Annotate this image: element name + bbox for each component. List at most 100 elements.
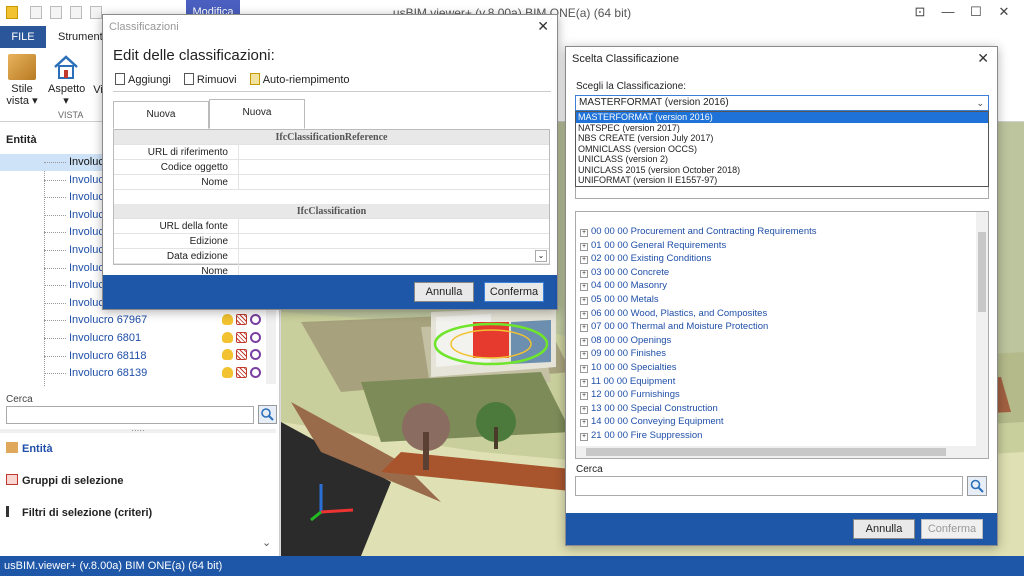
tree-item[interactable]: +05 00 00 Metals — [580, 294, 659, 308]
tab-strumenti[interactable]: Strumenti — [58, 31, 105, 43]
collapse-chevron-icon[interactable]: ⌄ — [262, 536, 271, 549]
property-value[interactable]: ⌄ — [238, 249, 549, 263]
stile-vista-button[interactable]: Stile vista ▾ — [6, 54, 38, 107]
target-icon[interactable] — [250, 349, 261, 361]
dropdown-option[interactable]: UNICLASS 2015 (version October 2018) — [576, 165, 988, 176]
property-value[interactable] — [238, 145, 549, 159]
tab-classification-2[interactable]: Nuova Classificazione — [209, 99, 305, 144]
dropdown-arrow-icon[interactable]: ⌄ — [535, 250, 547, 262]
search-input[interactable] — [6, 406, 254, 424]
tab-classification-1[interactable]: Nuova Classificazione — [113, 101, 209, 146]
tree-item[interactable]: +10 00 00 Specialties — [580, 362, 677, 376]
tree-item[interactable]: +13 00 00 Special Construction — [580, 403, 718, 417]
tree-item[interactable]: +12 00 00 Furnishings — [580, 389, 680, 403]
tab-file[interactable]: FILE — [0, 26, 46, 48]
tree-item[interactable]: +02 00 00 Existing Conditions — [580, 253, 711, 267]
tree-item[interactable]: +07 00 00 Thermal and Moisture Protectio… — [580, 321, 768, 335]
bulb-icon[interactable] — [222, 331, 233, 343]
expand-icon[interactable]: + — [580, 351, 588, 360]
expand-icon[interactable]: + — [580, 310, 588, 319]
aspetto-button[interactable]: Aspetto ▾ — [48, 54, 85, 107]
tree-row[interactable]: Involucro 6801 — [0, 330, 276, 347]
selection-box-icon[interactable] — [236, 349, 247, 361]
tree-item[interactable]: +21 00 00 Fire Suppression — [580, 430, 702, 444]
property-value[interactable] — [238, 175, 549, 189]
close-icon[interactable]: ✕ — [977, 50, 989, 67]
target-icon[interactable] — [250, 366, 261, 378]
expand-icon[interactable]: + — [580, 256, 588, 265]
panel-splitter[interactable]: ····· — [0, 427, 276, 435]
expand-icon[interactable]: + — [580, 392, 588, 401]
tree-row[interactable]: Involucro 67967 — [0, 312, 276, 329]
dropdown-option[interactable]: NBS CREATE (version July 2017) — [576, 133, 988, 144]
target-icon[interactable] — [250, 313, 261, 325]
secondary-field[interactable] — [575, 185, 989, 199]
expand-icon[interactable]: + — [580, 283, 588, 292]
tree-item[interactable]: +09 00 00 Finishes — [580, 348, 666, 362]
expand-icon[interactable]: + — [580, 337, 588, 346]
dropdown-option[interactable]: UNICLASS (version 2) — [576, 154, 988, 165]
tree-row[interactable]: Involucro 68118 — [0, 348, 276, 365]
scroll-thumb[interactable] — [978, 232, 986, 312]
property-value[interactable] — [238, 234, 549, 248]
section-header: IfcClassificationReference — [114, 130, 549, 145]
nav-entita[interactable]: Entità — [6, 442, 53, 455]
autofill-button[interactable]: Auto-riempimento — [249, 73, 350, 86]
target-icon[interactable] — [250, 331, 261, 343]
expand-icon[interactable]: + — [580, 378, 588, 387]
dropdown-option[interactable]: MASTERFORMAT (version 2016) — [576, 112, 988, 123]
expand-icon[interactable]: + — [580, 433, 588, 441]
add-button[interactable]: Aggiungi — [115, 73, 171, 86]
confirm-button[interactable]: Conferma — [921, 519, 983, 539]
remove-button[interactable]: Rimuovi — [183, 73, 237, 86]
expand-icon[interactable]: + — [580, 405, 588, 414]
bulb-icon[interactable] — [222, 349, 233, 361]
dropdown-option[interactable]: OMNICLASS (version OCCS) — [576, 144, 988, 155]
tree-item[interactable]: +06 00 00 Wood, Plastics, and Composites — [580, 308, 767, 322]
search-button[interactable] — [967, 476, 987, 496]
selection-box-icon[interactable] — [236, 331, 247, 343]
selected-value: MASTERFORMAT (version 2016) — [579, 97, 729, 108]
tree-item[interactable]: +03 00 00 Concrete — [580, 267, 669, 281]
restore-ribbon-icon[interactable]: ⊡ — [912, 5, 928, 19]
close-button[interactable]: ✕ — [996, 5, 1012, 19]
confirm-button[interactable]: Conferma — [484, 282, 544, 302]
tree-horizontal-scrollbar[interactable] — [576, 446, 988, 458]
bulb-icon[interactable] — [222, 313, 233, 325]
maximize-button[interactable]: ☐ — [968, 5, 984, 19]
tree-vertical-scrollbar[interactable] — [976, 212, 988, 446]
tree-row[interactable]: Involucro 68139 — [0, 365, 276, 382]
tree-item[interactable]: +08 00 00 Openings — [580, 335, 671, 349]
expand-icon[interactable]: + — [580, 419, 588, 428]
dropdown-option[interactable]: UNIFORMAT (version II E1557-97) — [576, 175, 988, 186]
close-icon[interactable]: ✕ — [537, 18, 549, 35]
cancel-button[interactable]: Annulla — [414, 282, 474, 302]
tree-item[interactable]: +04 00 00 Masonry — [580, 280, 667, 294]
dialog-title-bar[interactable]: Scelta Classificazione ✕ — [566, 47, 997, 71]
selection-box-icon[interactable] — [236, 313, 247, 325]
expand-icon[interactable]: + — [580, 365, 588, 373]
minimize-button[interactable]: — — [940, 5, 956, 19]
search-button[interactable] — [258, 405, 277, 424]
selection-box-icon[interactable] — [236, 366, 247, 378]
expand-icon[interactable]: + — [580, 269, 588, 278]
classification-select[interactable]: MASTERFORMAT (version 2016) ⌄ — [575, 95, 989, 111]
nav-gruppi-selezione[interactable]: Gruppi di selezione — [6, 474, 123, 487]
nav-filtri-selezione[interactable]: Filtri di selezione (criteri) — [6, 506, 152, 519]
expand-icon[interactable]: + — [580, 229, 588, 237]
tree-item[interactable]: +14 00 00 Conveying Equipment — [580, 416, 724, 430]
tree-item[interactable]: +11 00 00 Equipment — [580, 376, 675, 390]
property-value[interactable] — [238, 219, 549, 233]
dialog-title-bar[interactable]: Classificazioni ✕ — [103, 15, 557, 39]
scroll-thumb[interactable] — [586, 448, 946, 456]
expand-icon[interactable]: + — [580, 297, 588, 305]
expand-icon[interactable]: + — [580, 242, 588, 251]
dropdown-option[interactable]: NATSPEC (version 2017) — [576, 123, 988, 134]
property-value[interactable] — [238, 160, 549, 174]
tree-item[interactable]: +01 00 00 General Requirements — [580, 240, 726, 254]
search-input[interactable] — [575, 476, 963, 496]
bulb-icon[interactable] — [222, 366, 233, 378]
cancel-button[interactable]: Annulla — [853, 519, 915, 539]
tree-item[interactable]: +00 00 00 Procurement and Contracting Re… — [580, 226, 817, 240]
expand-icon[interactable]: + — [580, 324, 588, 333]
